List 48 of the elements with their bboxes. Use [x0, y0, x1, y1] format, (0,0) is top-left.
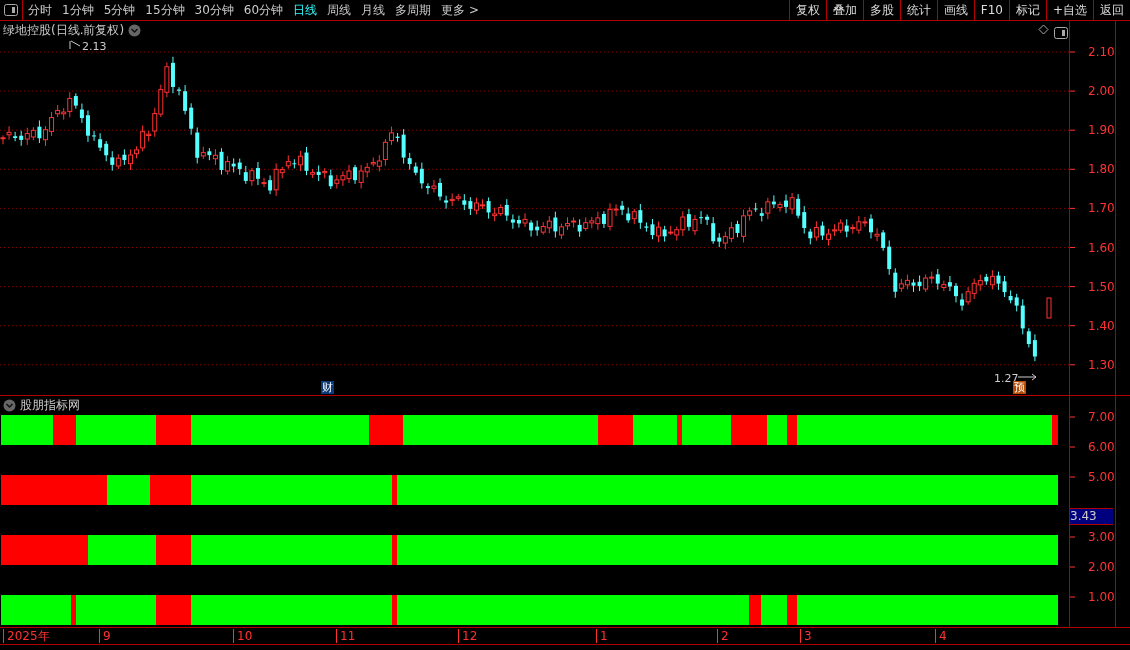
period-tab[interactable]: 周线: [322, 0, 357, 20]
period-tab[interactable]: 更多 >: [436, 0, 484, 20]
panel-toggle-icon[interactable]: [4, 4, 18, 16]
indicator-axis-label: 7.00: [1088, 410, 1114, 424]
high-price-arrow: [69, 40, 81, 50]
date-axis-label: 1: [596, 629, 608, 643]
price-axis-label: 1.40: [1088, 318, 1114, 333]
price-axis-label: 1.90: [1088, 123, 1114, 138]
chevron-down-icon[interactable]: [128, 24, 142, 37]
indicator-title: 股朋指标网: [20, 397, 80, 414]
period-tab[interactable]: 5分钟: [98, 0, 141, 20]
price-axis-label: 1.50: [1088, 279, 1114, 294]
stock-title: 绿地控股(日线.前复权): [3, 22, 125, 39]
indicator-axis-label: 5.00: [1088, 470, 1114, 484]
low-price-arrow: [1017, 373, 1037, 381]
event-marker[interactable]: 预: [1013, 381, 1026, 394]
price-axis-label: 1.60: [1088, 240, 1114, 255]
period-tab[interactable]: 多周期: [390, 0, 437, 20]
date-axis-label: 3: [800, 629, 812, 643]
date-axis-label: 10: [233, 629, 253, 643]
date-axis-label: 4: [935, 629, 947, 643]
indicator-axis-label: 6.00: [1088, 440, 1114, 454]
period-tab[interactable]: 月线: [356, 0, 391, 20]
chevron-down-icon[interactable]: [3, 399, 16, 412]
event-marker[interactable]: 财: [321, 381, 334, 394]
current-value-label: 3.43: [1070, 508, 1113, 526]
indicator-axis-label: 3.00: [1088, 530, 1114, 544]
date-axis-label: 9: [99, 629, 111, 643]
indicator-axis-label: 1.00: [1088, 590, 1114, 604]
period-tab[interactable]: 1分钟: [57, 0, 99, 20]
price-axis-label: 2.10: [1088, 45, 1114, 59]
date-axis-label: 11: [336, 629, 356, 643]
period-tab[interactable]: 30分钟: [189, 0, 239, 20]
period-tab[interactable]: 60分钟: [238, 0, 289, 20]
price-axis-label: 2.00: [1088, 84, 1114, 99]
period-tab[interactable]: 日线: [288, 0, 323, 20]
period-tab[interactable]: 15分钟: [140, 0, 190, 20]
price-axis-label: 1.30: [1088, 357, 1114, 372]
price-axis-label: 1.80: [1088, 162, 1114, 177]
diamond-icon[interactable]: [1038, 24, 1049, 35]
high-price-label: 2.13: [82, 40, 107, 53]
date-axis-label: 2: [717, 629, 729, 643]
indicator-axis-label: 2.00: [1088, 560, 1114, 574]
date-axis-label: 12: [458, 629, 478, 643]
price-axis-label: 1.70: [1088, 201, 1114, 216]
period-tab[interactable]: 分时: [23, 0, 57, 20]
date-axis-label: 2025年: [3, 629, 50, 643]
panel-toggle-icon[interactable]: [1054, 27, 1068, 39]
